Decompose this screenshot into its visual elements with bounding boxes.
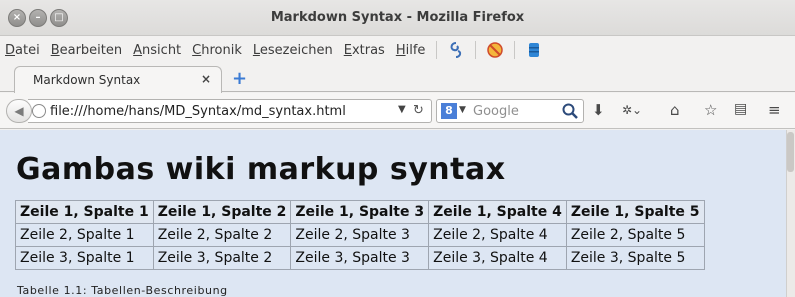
search-engine-icon[interactable]: 8	[441, 103, 457, 119]
table-cell: Zeile 2, Spalte 3	[290, 223, 430, 247]
menu-datei[interactable]: Datei	[5, 43, 40, 58]
table-cell: Zeile 3, Spalte 4	[428, 246, 567, 270]
url-text[interactable]: file:///home/hans/MD_Syntax/md_syntax.ht…	[50, 104, 346, 119]
globe-icon	[32, 104, 46, 118]
window-title: Markdown Syntax - Mozilla Firefox	[270, 10, 525, 25]
table-row: Zeile 2, Spalte 1 Zeile 2, Spalte 2 Zeil…	[15, 223, 705, 247]
table-cell: Zeile 2, Spalte 2	[152, 223, 292, 247]
close-icon[interactable]: ×	[201, 72, 211, 86]
chevron-down-icon[interactable]: ▼	[459, 105, 466, 115]
database-icon[interactable]	[525, 41, 543, 59]
menu-hilfe[interactable]: Hilfe	[396, 43, 426, 58]
menu-lesezeichen[interactable]: Lesezeichen	[253, 43, 333, 58]
vertical-scrollbar[interactable]	[786, 130, 795, 297]
tab-markdown-syntax[interactable]: Markdown Syntax ×	[14, 66, 222, 93]
title-bar: × – □ Markdown Syntax - Mozilla Firefox	[0, 0, 795, 36]
menu-extras[interactable]: Extras	[344, 43, 385, 58]
scrollbar-thumb[interactable]	[787, 132, 794, 172]
home-icon[interactable]: ⌂	[670, 101, 680, 119]
block-icon[interactable]	[486, 41, 504, 59]
search-bar[interactable]: 8 ▼ Google	[436, 99, 584, 123]
syntax-table: Zeile 1, Spalte 1 Zeile 1, Spalte 2 Zeil…	[15, 200, 705, 270]
menu-bearbeiten[interactable]: Bearbeiten	[51, 43, 122, 58]
menu-chronik[interactable]: Chronik	[192, 43, 242, 58]
download-icon[interactable]: ⬇	[592, 101, 605, 119]
reload-icon[interactable]: ↻	[413, 103, 424, 118]
table-header-cell: Zeile 1, Spalte 2	[152, 200, 292, 224]
table-cell: Zeile 3, Spalte 2	[152, 246, 292, 270]
table-caption: Tabelle 1.1: Tabellen-Beschreibung	[17, 284, 228, 297]
menu-bar: Datei Bearbeiten Ansicht Chronik Lesezei…	[0, 36, 795, 64]
table-cell: Zeile 2, Spalte 4	[428, 223, 567, 247]
table-cell: Zeile 2, Spalte 1	[15, 223, 154, 247]
search-input[interactable]: Google	[473, 104, 519, 119]
page-title: Gambas wiki markup syntax	[16, 152, 506, 187]
table-header-cell: Zeile 1, Spalte 3	[290, 200, 430, 224]
table-header-cell: Zeile 1, Spalte 5	[565, 200, 705, 224]
menu-separator	[475, 41, 477, 59]
table-header-row: Zeile 1, Spalte 1 Zeile 1, Spalte 2 Zeil…	[15, 200, 705, 224]
page-content: Gambas wiki markup syntax Zeile 1, Spalt…	[0, 130, 786, 297]
search-icon[interactable]	[561, 102, 579, 120]
menu-separator	[436, 41, 438, 59]
navigation-bar: file:///home/hans/MD_Syntax/md_syntax.ht…	[0, 93, 795, 129]
menu-separator	[514, 41, 516, 59]
table-header-cell: Zeile 1, Spalte 4	[428, 200, 567, 224]
table-cell: Zeile 3, Spalte 5	[565, 246, 705, 270]
addon-swirl-icon[interactable]	[447, 41, 465, 59]
table-header-cell: Zeile 1, Spalte 1	[15, 200, 154, 224]
url-bar[interactable]: file:///home/hans/MD_Syntax/md_syntax.ht…	[28, 99, 432, 123]
table-cell: Zeile 2, Spalte 5	[565, 223, 705, 247]
tab-strip: Markdown Syntax × +	[0, 64, 795, 93]
chevron-down-icon[interactable]: ▼	[398, 104, 406, 115]
bookmarks-list-icon[interactable]: ▤	[734, 101, 747, 117]
table-cell: Zeile 3, Spalte 1	[15, 246, 154, 270]
table-cell: Zeile 3, Spalte 3	[290, 246, 430, 270]
back-button[interactable]: ◀	[6, 99, 32, 123]
menu-ansicht[interactable]: Ansicht	[133, 43, 181, 58]
menu-icon[interactable]: ≡	[768, 101, 781, 119]
bookmark-star-icon[interactable]: ☆	[704, 101, 717, 119]
new-tab-button[interactable]: +	[232, 68, 247, 89]
tab-label: Markdown Syntax	[33, 73, 141, 87]
addon-icon[interactable]: ✲⌄	[622, 103, 642, 117]
table-row: Zeile 3, Spalte 1 Zeile 3, Spalte 2 Zeil…	[15, 246, 705, 270]
